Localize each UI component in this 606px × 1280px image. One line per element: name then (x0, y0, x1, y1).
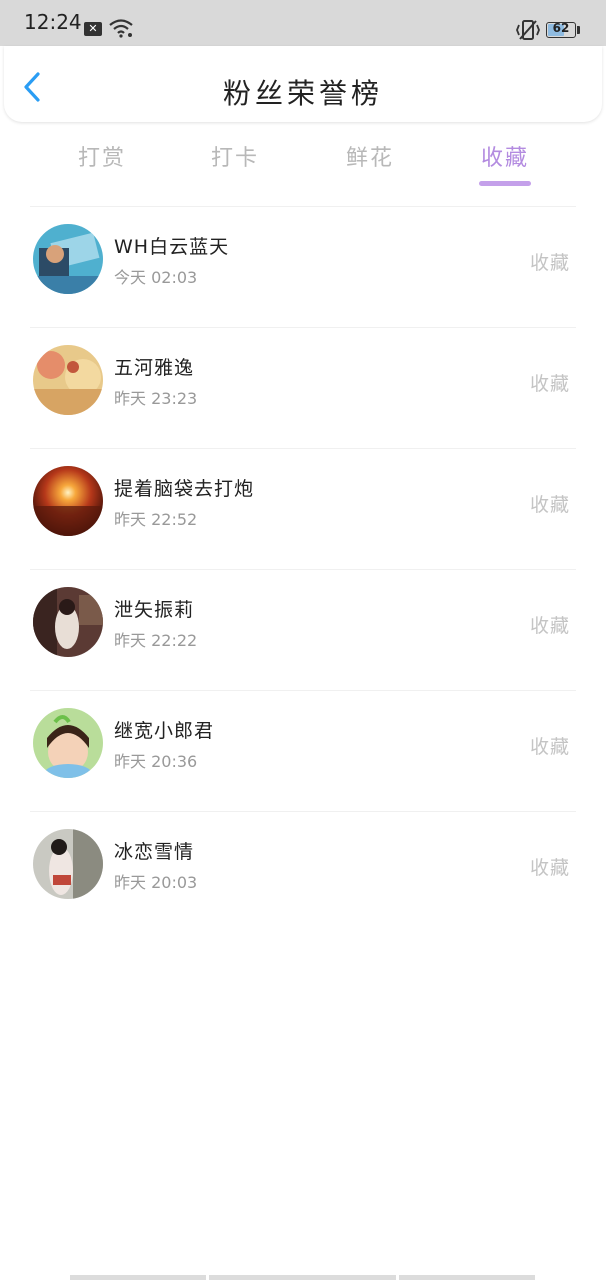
fan-time: 昨天 20:36 (114, 752, 198, 771)
fan-time: 昨天 23:23 (114, 389, 198, 408)
avatar[interactable] (33, 345, 103, 415)
fan-name: 提着脑袋去打炮 (114, 478, 255, 500)
tab-bar: 打赏 打卡 鲜花 收藏 (0, 130, 606, 190)
fan-action-label: 收藏 (529, 857, 570, 879)
x-box-icon: ✕ (84, 22, 102, 36)
wifi-icon (109, 19, 133, 38)
nav-hint-segment (209, 1275, 396, 1280)
page-title: 粉丝荣誉榜 (222, 77, 383, 110)
status-time: 12:24 (24, 10, 82, 34)
active-tab-indicator (479, 181, 531, 186)
divider (30, 690, 576, 691)
avatar[interactable] (33, 224, 103, 294)
fan-time: 昨天 20:03 (114, 873, 198, 892)
fan-action-label: 收藏 (529, 373, 570, 395)
fan-time: 昨天 22:22 (114, 631, 198, 650)
list-item[interactable]: 五河雅逸 昨天 23:23 收藏 (0, 329, 606, 449)
list-item[interactable]: 泄矢振莉 昨天 22:22 收藏 (0, 571, 606, 691)
list-item[interactable]: 冰恋雪情 昨天 20:03 收藏 (0, 813, 606, 933)
fan-name: WH白云蓝天 (114, 236, 230, 258)
fan-time: 昨天 22:52 (114, 510, 198, 529)
fan-time: 今天 02:03 (114, 268, 198, 287)
list-item[interactable]: WH白云蓝天 今天 02:03 收藏 (0, 208, 606, 328)
divider (30, 811, 576, 812)
fan-action-label: 收藏 (529, 252, 570, 274)
avatar[interactable] (33, 587, 103, 657)
fan-name: 冰恋雪情 (114, 841, 195, 863)
list-item[interactable]: 继宽小郎君 昨天 20:36 收藏 (0, 692, 606, 812)
tab-xianhua[interactable]: 鲜花 (325, 140, 415, 172)
battery-level: 62 (552, 21, 570, 35)
fan-action-label: 收藏 (529, 736, 570, 758)
avatar[interactable] (33, 708, 103, 778)
fan-name: 五河雅逸 (114, 357, 195, 379)
avatar[interactable] (33, 829, 103, 899)
tab-shoucang[interactable]: 收藏 (460, 140, 550, 172)
app-header: 粉丝荣誉榜 (4, 46, 602, 122)
divider (30, 569, 576, 570)
tab-dashang[interactable]: 打赏 (57, 140, 147, 172)
nav-hint-segment (70, 1275, 206, 1280)
divider (30, 206, 576, 207)
nav-hint-segment (399, 1275, 535, 1280)
list-item[interactable]: 提着脑袋去打炮 昨天 22:52 收藏 (0, 450, 606, 570)
battery-icon: 62 (546, 21, 576, 38)
divider (30, 448, 576, 449)
fan-action-label: 收藏 (529, 494, 570, 516)
fan-name: 泄矢振莉 (114, 599, 195, 621)
status-bar: 12:24 ✕ 62 (0, 0, 606, 46)
vibrate-icon (516, 20, 540, 40)
tab-daka[interactable]: 打卡 (190, 140, 280, 172)
fan-action-label: 收藏 (529, 615, 570, 637)
avatar[interactable] (33, 466, 103, 536)
divider (30, 327, 576, 328)
fan-name: 继宽小郎君 (114, 720, 215, 742)
battery-tip (577, 26, 580, 34)
